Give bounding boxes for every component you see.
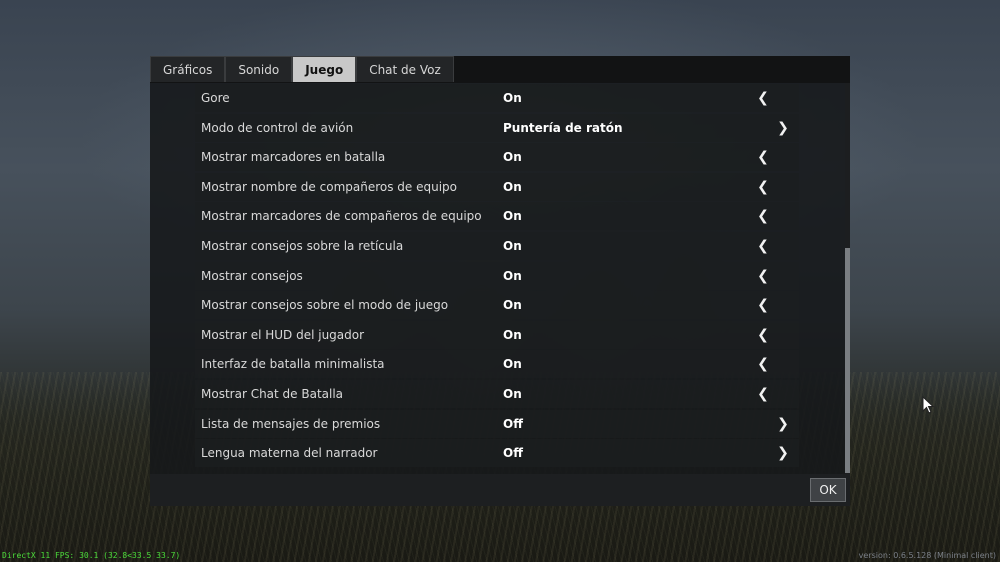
chevron-right-icon[interactable]: ❯ bbox=[773, 410, 793, 438]
setting-label: Mostrar marcadores de compañeros de equi… bbox=[201, 209, 482, 223]
setting-row[interactable]: Mostrar consejos On ❮ bbox=[195, 262, 799, 290]
setting-row[interactable]: Mostrar consejos sobre la retícula On ❮ bbox=[195, 232, 799, 260]
setting-row[interactable]: Lengua materna del narrador Off ❯ bbox=[195, 439, 799, 467]
setting-label: Mostrar consejos bbox=[201, 269, 303, 283]
setting-label: Lista de mensajes de premios bbox=[201, 417, 381, 431]
tab-chat-de-voz[interactable]: Chat de Voz bbox=[356, 56, 454, 82]
setting-value: Off bbox=[503, 417, 523, 431]
chevron-left-icon[interactable]: ❮ bbox=[753, 350, 773, 378]
setting-value: On bbox=[503, 239, 522, 253]
setting-value: On bbox=[503, 357, 522, 371]
settings-dialog: Gráficos Sonido Juego Chat de Voz Gore On ❮ Mo… bbox=[150, 56, 850, 506]
setting-row[interactable]: Mostrar marcadores en batalla On ❮ bbox=[195, 143, 799, 171]
fps-debug-text: DirectX 11 FPS: 30.1 (32.8<33.5 33.7) bbox=[2, 551, 181, 560]
setting-row[interactable]: Mostrar Chat de Batalla On ❮ bbox=[195, 380, 799, 408]
setting-value: On bbox=[503, 269, 522, 283]
chevron-left-icon[interactable]: ❮ bbox=[753, 143, 773, 171]
tab-juego[interactable]: Juego bbox=[292, 56, 357, 82]
setting-value: On bbox=[503, 180, 522, 194]
chevron-left-icon[interactable]: ❮ bbox=[753, 232, 773, 260]
setting-value: On bbox=[503, 150, 522, 164]
setting-value: Off bbox=[503, 446, 523, 460]
chevron-right-icon[interactable]: ❯ bbox=[773, 114, 793, 142]
chevron-left-icon[interactable]: ❮ bbox=[753, 202, 773, 230]
setting-label: Interfaz de batalla minimalista bbox=[201, 357, 385, 371]
chevron-left-icon[interactable]: ❮ bbox=[753, 380, 773, 408]
ok-button[interactable]: OK bbox=[810, 478, 846, 502]
setting-value: On bbox=[503, 298, 522, 312]
setting-value: Puntería de ratón bbox=[503, 121, 623, 135]
chevron-left-icon[interactable]: ❮ bbox=[753, 84, 773, 112]
setting-row[interactable]: Mostrar el HUD del jugador On ❮ bbox=[195, 321, 799, 349]
tab-sonido[interactable]: Sonido bbox=[225, 56, 293, 82]
version-text: version: 0.6.5.128 (Minimal client) bbox=[858, 551, 996, 560]
scrollbar[interactable] bbox=[845, 83, 850, 500]
chevron-right-icon[interactable]: ❯ bbox=[773, 439, 793, 467]
setting-row[interactable]: Mostrar marcadores de compañeros de equi… bbox=[195, 202, 799, 230]
tab-gr-ficos[interactable]: Gráficos bbox=[150, 56, 226, 82]
tab-strip: Gráficos Sonido Juego Chat de Voz bbox=[150, 56, 850, 83]
scrollbar-thumb[interactable] bbox=[845, 248, 850, 473]
setting-value: On bbox=[503, 209, 522, 223]
setting-label: Mostrar nombre de compañeros de equipo bbox=[201, 180, 458, 194]
setting-row[interactable]: Gore On ❮ bbox=[195, 84, 799, 112]
dialog-footer bbox=[150, 474, 850, 506]
chevron-left-icon[interactable]: ❮ bbox=[753, 291, 773, 319]
setting-row[interactable]: Mostrar consejos sobre el modo de juego O… bbox=[195, 291, 799, 319]
settings-list: Gore On ❮ Modo de control de avión Puntería … bbox=[195, 84, 799, 500]
setting-row[interactable]: Lista de mensajes de premios Off ❯ bbox=[195, 410, 799, 438]
setting-row[interactable]: Modo de control de avión Puntería de rató… bbox=[195, 114, 799, 142]
setting-label: Mostrar consejos sobre la retícula bbox=[201, 239, 404, 253]
setting-row[interactable]: Interfaz de batalla minimalista On ❮ bbox=[195, 350, 799, 378]
mouse-cursor-icon bbox=[922, 396, 934, 414]
chevron-left-icon[interactable]: ❮ bbox=[753, 173, 773, 201]
setting-label: Mostrar el HUD del jugador bbox=[201, 328, 365, 342]
chevron-left-icon[interactable]: ❮ bbox=[753, 262, 773, 290]
setting-value: On bbox=[503, 328, 522, 342]
chevron-left-icon[interactable]: ❮ bbox=[753, 321, 773, 349]
setting-label: Mostrar marcadores en batalla bbox=[201, 150, 386, 164]
setting-label: Modo de control de avión bbox=[201, 121, 354, 135]
setting-label: Mostrar consejos sobre el modo de juego bbox=[201, 298, 449, 312]
setting-label: Lengua materna del narrador bbox=[201, 446, 378, 460]
setting-row[interactable]: Mostrar nombre de compañeros de equipo On… bbox=[195, 173, 799, 201]
setting-label: Mostrar Chat de Batalla bbox=[201, 387, 344, 401]
setting-value: On bbox=[503, 91, 522, 105]
setting-label: Gore bbox=[201, 91, 230, 105]
setting-value: On bbox=[503, 387, 522, 401]
